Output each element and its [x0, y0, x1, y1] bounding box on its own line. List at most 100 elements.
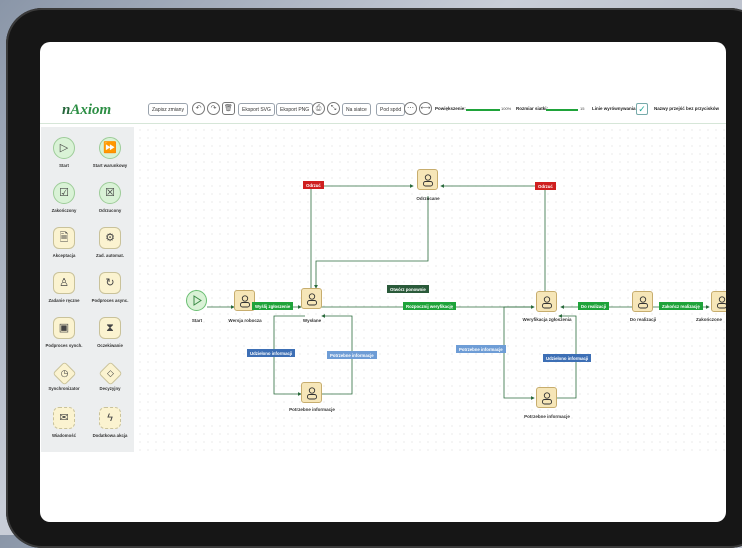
user-icon: [717, 296, 726, 309]
palette-glyph: ⧗: [106, 322, 114, 334]
redo-icon[interactable]: ↷: [207, 102, 220, 115]
edge-label-reject2[interactable]: Odrzuć: [535, 182, 556, 190]
palette-item[interactable]: ☒ Odrzucony: [87, 182, 133, 213]
palette-item[interactable]: ⧗ Oczekiwanie: [87, 317, 133, 348]
hourglass-icon: ⧗: [99, 317, 121, 339]
node-rejecting[interactable]: [417, 169, 438, 190]
palette-glyph: ↻: [105, 277, 115, 289]
palette-item-label: Akceptacja: [52, 253, 76, 258]
decision-icon: ◇: [97, 361, 123, 386]
more-icon[interactable]: ⋯: [404, 102, 417, 115]
node-verification-label: Weryfikacja zgłoszenia: [522, 317, 572, 322]
link-icon[interactable]: ⤡: [327, 102, 340, 115]
palette-item[interactable]: ✉ Wiadomość: [41, 407, 87, 438]
toolbar: nAxiom Zapisz zmiany ↶ ↷ 🗑 Eksport SVG E…: [40, 99, 726, 124]
node-info-needed-2[interactable]: [536, 387, 557, 408]
user-icon: [638, 296, 648, 309]
edge-label-provided2[interactable]: Udzielono informacji: [543, 354, 592, 362]
edge-label-send[interactable]: Wyślij zgłoszenie: [252, 302, 294, 310]
node-sent[interactable]: [301, 288, 322, 309]
palette-item[interactable]: ☑ Zakończony: [41, 182, 87, 213]
node-draft-label: Wersja robocza: [228, 318, 262, 323]
palette-glyph: ♙: [59, 277, 69, 289]
edge-reopen: [314, 196, 429, 289]
palette-glyph: ▷: [59, 142, 69, 154]
delete-icon[interactable]: 🗑: [222, 102, 235, 115]
palette-glyph: ⏩: [103, 142, 117, 154]
palette-item-label: Start warunkowy: [92, 163, 128, 168]
user-icon: [240, 295, 250, 308]
user-icon: [542, 296, 552, 309]
diagram-canvas[interactable]: Start Wersja robocza Wysłane Odrzucane P…: [136, 126, 726, 456]
print-icon[interactable]: ⎙: [312, 102, 325, 115]
palette-item[interactable]: ⏩ Start warunkowy: [87, 137, 133, 168]
sync-icon: ◷: [51, 361, 77, 386]
palette-item-label: Wiadomość: [51, 433, 77, 438]
align-lines-checkbox[interactable]: ✓: [636, 103, 648, 115]
zoom-value: 100%: [501, 106, 512, 111]
node-info-needed-2-label: Potrzebne informacje: [524, 414, 570, 419]
play-icon: [193, 295, 202, 306]
export-svg-button[interactable]: Eksport SVG: [238, 103, 275, 116]
edge-label-finish[interactable]: Zakończ realizację: [659, 302, 703, 310]
palette-glyph: ☑: [59, 187, 69, 199]
edge-label-needed2[interactable]: Potrzebne informacje: [456, 345, 506, 353]
edge-label-needed1[interactable]: Potrzebne informacje: [327, 351, 377, 359]
document-icon: 🗎: [53, 227, 75, 249]
palette-item-label: Zadanie ręczne: [48, 298, 80, 303]
tablet-frame: nAxiom Zapisz zmiany ↶ ↷ 🗑 Eksport SVG E…: [6, 8, 742, 548]
user-icon: [542, 392, 552, 405]
node-completed-label: Zakończone: [695, 317, 723, 322]
palette-item-label: Dodatkowa akcja: [92, 433, 128, 438]
palette-glyph: ϟ: [107, 412, 113, 424]
mail-icon: ✉: [53, 407, 75, 429]
send-to-back-button[interactable]: Pod spód: [376, 103, 406, 116]
grid-size-label: Rozmiar siatki:: [516, 106, 549, 111]
palette-item-label: Zakończony: [51, 208, 77, 213]
edge-reject1: [310, 184, 414, 297]
palette-item[interactable]: ↻ Podproces async.: [87, 272, 133, 303]
node-verification[interactable]: [536, 291, 557, 312]
palette-item[interactable]: ϟ Dodatkowa akcja: [87, 407, 133, 438]
zoom-slider[interactable]: [466, 109, 500, 111]
palette-item-label: Start: [59, 163, 69, 168]
node-info-needed-1[interactable]: [301, 382, 322, 403]
align-lines-label: Linie wyrównywania:: [592, 106, 638, 111]
app-logo: nAxiom: [62, 102, 112, 118]
reject-icon: ☒: [99, 182, 121, 204]
edge-label-reject1[interactable]: Odrzuć: [303, 181, 324, 189]
edge-label-provided1[interactable]: Udzielono informacji: [247, 349, 296, 357]
save-button[interactable]: Zapisz zmiany: [148, 103, 188, 116]
edge-label-reopen[interactable]: Otwórz ponownie: [387, 285, 429, 293]
start-node[interactable]: [186, 290, 207, 311]
node-to-realize[interactable]: [632, 291, 653, 312]
grid-size-value: 15: [580, 106, 585, 111]
undo-icon[interactable]: ↶: [192, 102, 205, 115]
arrows-icon[interactable]: ⟷: [419, 102, 432, 115]
palette-item[interactable]: ◇ Decyzyjny: [87, 361, 133, 391]
palette-glyph: ◇: [106, 368, 114, 378]
palette-item[interactable]: ⚙ Zad. automat.: [87, 227, 133, 258]
palette-glyph: ✉: [59, 412, 69, 424]
element-palette: ▷ Start ⏩ Start warunkowy ☑ Zakończony ☒ Odrzuc…: [41, 127, 134, 452]
palette-item[interactable]: ◷ Synchronizator: [41, 361, 87, 391]
palette-item-label: Podproces async.: [91, 298, 129, 303]
palette-item-label: Odrzucony: [98, 208, 122, 213]
node-completed[interactable]: [711, 291, 726, 312]
palette-item[interactable]: ♙ Zadanie ręczne: [41, 272, 87, 303]
check-icon: ☑: [53, 182, 75, 204]
edge-label-to-realize[interactable]: Do realizacji: [578, 302, 610, 310]
app-screen: nAxiom Zapisz zmiany ↶ ↷ 🗑 Eksport SVG E…: [40, 42, 726, 522]
palette-item[interactable]: ▷ Start: [41, 137, 87, 168]
palette-item[interactable]: 🗎 Akceptacja: [41, 227, 87, 258]
on-grid-button[interactable]: Na siatce: [342, 103, 371, 116]
user-icon: ♙: [53, 272, 75, 294]
edge-label-start-verify[interactable]: Rozpocznij weryfikację: [403, 302, 457, 310]
palette-glyph: ◷: [60, 368, 68, 378]
fast-forward-icon: ⏩: [99, 137, 121, 159]
export-png-button[interactable]: Eksport PNG: [276, 103, 314, 116]
grid-size-slider[interactable]: [546, 109, 578, 111]
play-icon: ▷: [53, 137, 75, 159]
palette-glyph: ☒: [105, 187, 115, 199]
palette-item[interactable]: ▣ Podproces synch.: [41, 317, 87, 348]
